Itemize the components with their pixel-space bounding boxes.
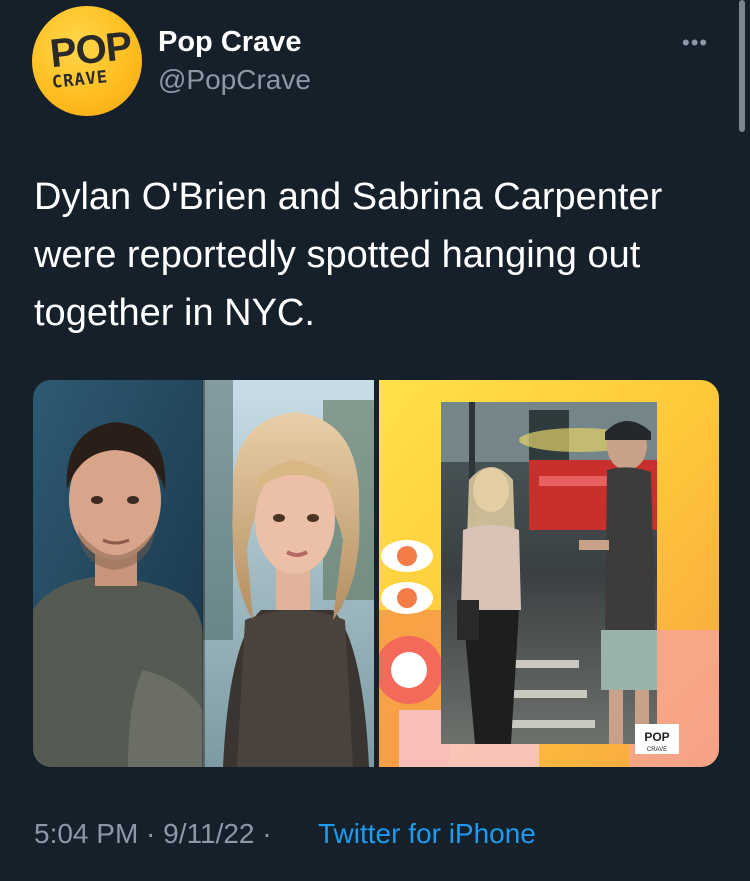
more-options-icon[interactable]: •••	[682, 30, 708, 56]
watermark-crave: CRAVE	[647, 747, 667, 753]
media-photo-street[interactable]: POP CRAVE	[379, 380, 719, 767]
tweet-timestamp[interactable]: 5:04 PM · 9/11/22 ·	[34, 818, 272, 850]
watermark-pop: POP	[644, 730, 669, 744]
avatar[interactable]: POP CRAVE	[32, 6, 142, 116]
display-name[interactable]: Pop Crave	[158, 26, 301, 59]
tweet-media[interactable]: POP CRAVE	[33, 380, 719, 767]
tweet-text: Dylan O'Brien and Sabrina Carpenter were…	[34, 176, 663, 334]
user-handle[interactable]: @PopCrave	[158, 64, 311, 96]
tweet: POP CRAVE Pop Crave @PopCrave ••• Dylan …	[0, 0, 750, 881]
scrollbar[interactable]	[739, 0, 745, 132]
tweet-source-link[interactable]: Twitter for iPhone	[318, 818, 536, 850]
media-photo-portraits[interactable]	[33, 380, 374, 767]
